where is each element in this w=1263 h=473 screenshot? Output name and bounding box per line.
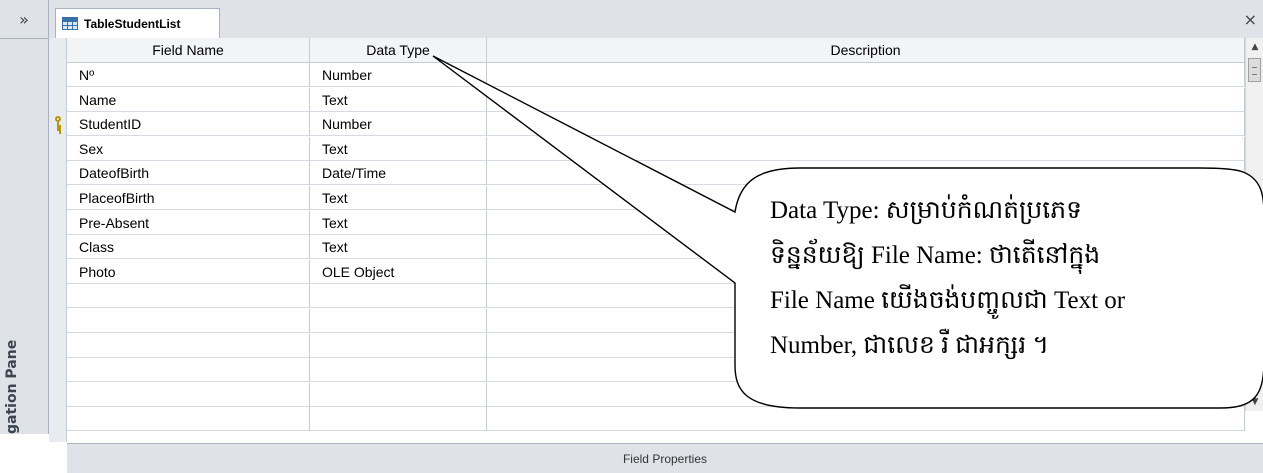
data-type-cell[interactable] <box>310 407 487 432</box>
field-name-cell[interactable] <box>67 309 310 333</box>
table-row[interactable]: Nº Number <box>67 63 1245 87</box>
data-type-cell[interactable]: OLE Object <box>310 259 487 284</box>
field-name-cell[interactable]: Photo <box>67 259 310 284</box>
callout-line: Number, ជាលេខ រឺ ជាអក្សរ ។ <box>770 332 1049 359</box>
field-name-cell[interactable] <box>67 333 310 358</box>
field-name-cell[interactable] <box>67 358 310 383</box>
field-name-cell[interactable] <box>67 284 310 309</box>
description-cell[interactable] <box>487 382 1245 407</box>
tab-table-student-list[interactable]: TableStudentList <box>55 8 220 38</box>
data-type-cell[interactable]: Text <box>310 186 487 210</box>
table-row[interactable] <box>67 407 1245 432</box>
table-row[interactable]: Sex Text <box>67 136 1245 161</box>
callout-line: File Name យើងចង់បញ្ចូលជា Text or <box>770 287 1126 314</box>
callout-line: ទិន្នន័យឱ្យ File Name: ថាតើនៅក្នុង <box>770 242 1101 269</box>
field-name-cell[interactable]: StudentID <box>67 112 310 137</box>
field-name-cell[interactable]: Name <box>67 87 310 112</box>
navigation-pane-label: gation Pane <box>4 339 20 434</box>
document-tab-strip: TableStudentList × <box>49 0 1263 39</box>
description-cell[interactable] <box>487 407 1245 432</box>
navigation-pane[interactable]: » gation Pane <box>0 0 49 434</box>
table-row[interactable] <box>67 382 1245 407</box>
field-name-cell[interactable] <box>67 407 310 432</box>
header-data-type[interactable]: Data Type <box>310 38 487 63</box>
field-name-cell[interactable]: DateofBirth <box>67 161 310 186</box>
data-type-cell[interactable]: Text <box>310 136 487 161</box>
callout-line: Data Type: សម្រាប់កំណត់ប្រភេទ <box>770 197 1082 224</box>
field-name-cell[interactable]: Class <box>67 235 310 260</box>
close-icon[interactable]: × <box>1244 10 1257 29</box>
table-row[interactable]: Name Text <box>67 87 1245 112</box>
field-name-cell[interactable]: Nº <box>67 63 310 87</box>
data-type-cell[interactable] <box>310 333 487 358</box>
arrow-up-icon[interactable]: ▲ <box>1246 38 1263 56</box>
field-name-cell[interactable]: PlaceofBirth <box>67 186 310 210</box>
table-row[interactable]: DateofBirth Date/Time <box>67 161 1245 186</box>
header-field-name[interactable]: Field Name <box>67 38 310 63</box>
data-type-cell[interactable]: Number <box>310 112 487 137</box>
data-type-cell[interactable]: Number <box>310 63 487 87</box>
description-cell[interactable] <box>487 63 1245 87</box>
tab-label: TableStudentList <box>84 16 181 31</box>
callout-text: Data Type: សម្រាប់កំណត់ប្រភេទ ទិន្នន័យឱ្… <box>770 188 1250 368</box>
field-name-cell[interactable]: Pre-Absent <box>67 210 310 235</box>
header-description[interactable]: Description <box>487 38 1245 63</box>
data-type-cell[interactable]: Date/Time <box>310 161 487 186</box>
description-cell[interactable] <box>487 161 1245 186</box>
table-icon <box>62 17 78 30</box>
table-row[interactable]: StudentID Number <box>55 112 1245 137</box>
arrow-down-icon[interactable]: ▼ <box>1246 393 1263 411</box>
data-type-cell[interactable]: Text <box>310 235 487 260</box>
key-icon <box>53 116 63 132</box>
double-chevron-icon[interactable]: » <box>0 0 48 39</box>
description-cell[interactable] <box>487 136 1245 161</box>
data-type-cell[interactable] <box>310 358 487 383</box>
data-type-cell[interactable] <box>310 382 487 407</box>
field-properties-bar: Field Properties <box>67 443 1263 473</box>
row-selector-column[interactable] <box>49 38 67 442</box>
field-name-cell[interactable]: Sex <box>67 136 310 161</box>
description-cell[interactable] <box>487 112 1245 137</box>
data-type-cell[interactable] <box>310 284 487 309</box>
data-type-cell[interactable]: Text <box>310 210 487 235</box>
scroll-thumb[interactable] <box>1248 58 1261 82</box>
data-type-cell[interactable] <box>310 309 487 333</box>
data-type-cell[interactable]: Text <box>310 87 487 112</box>
field-name-cell[interactable] <box>67 382 310 407</box>
description-cell[interactable] <box>487 87 1245 112</box>
